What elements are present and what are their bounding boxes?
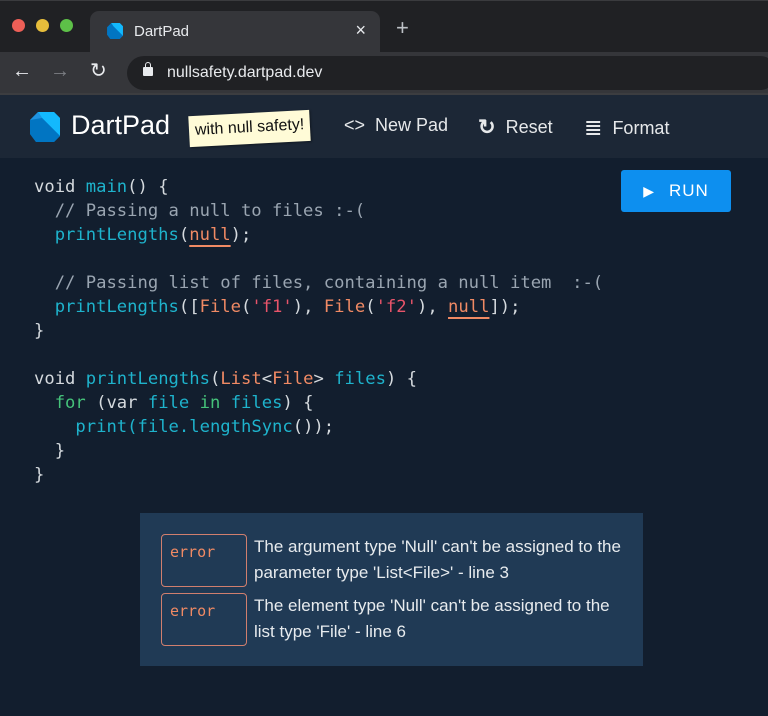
new-tab-button[interactable]: + xyxy=(396,17,409,39)
code-line-11: print(file.lengthSync()); xyxy=(75,417,335,437)
error-badge: error xyxy=(161,534,247,587)
code-line-3: printLengths(null); xyxy=(54,225,252,245)
format-button[interactable]: ≣ Format xyxy=(584,115,669,141)
error-badge: error xyxy=(161,593,247,646)
tab-title: DartPad xyxy=(134,23,190,40)
minimize-window-button[interactable] xyxy=(36,19,49,32)
issues-panel: error The argument type 'Null' can't be … xyxy=(140,513,643,666)
code-line-10: for (var file in files) { xyxy=(54,393,314,413)
url-text[interactable]: nullsafety.dartpad.dev xyxy=(167,64,322,82)
browser-tab-dartpad[interactable]: DartPad × xyxy=(90,11,380,53)
error-highlight: null xyxy=(189,225,231,245)
lock-icon xyxy=(143,62,153,76)
error-highlight: null xyxy=(448,297,490,317)
code-line-12: } xyxy=(34,441,66,461)
reset-label: Reset xyxy=(505,117,553,137)
run-button[interactable]: ▶ RUN xyxy=(621,170,731,212)
back-icon[interactable]: ← xyxy=(12,60,32,82)
error-message: The element type 'Null' can't be assigne… xyxy=(254,596,610,641)
issue-item[interactable]: error The argument type 'Null' can't be … xyxy=(140,534,643,593)
dart-logo-icon xyxy=(30,112,60,142)
code-line-13: } xyxy=(34,465,45,485)
dartpad-header: DartPad with null safety! <> New Pad ↻ R… xyxy=(0,95,768,158)
tab-close-icon[interactable]: × xyxy=(355,20,366,41)
maximize-window-button[interactable] xyxy=(60,19,73,32)
brand-title: DartPad xyxy=(71,110,171,140)
code-line-1: void main() { xyxy=(34,177,169,197)
forward-icon[interactable]: → xyxy=(50,60,70,82)
run-label: RUN xyxy=(668,181,709,200)
code-line-6: printLengths([File('f1'), File('f2'), nu… xyxy=(54,297,521,317)
format-label: Format xyxy=(612,117,670,138)
browser-toolbar: ← → ↻ nullsafety.dartpad.dev xyxy=(0,52,768,93)
reload-icon[interactable]: ↻ xyxy=(90,60,107,82)
code-content[interactable]: void main() { // Passing a null to files… xyxy=(34,175,603,487)
error-message: The argument type 'Null' can't be assign… xyxy=(254,537,621,582)
browser-tab-bar: DartPad × + xyxy=(0,0,768,53)
code-line-7: } xyxy=(34,321,45,341)
address-bar[interactable]: nullsafety.dartpad.dev xyxy=(127,56,768,90)
new-pad-label: New Pad xyxy=(375,115,449,135)
play-icon: ▶ xyxy=(643,182,655,199)
refresh-icon: ↻ xyxy=(478,116,496,139)
code-editor[interactable]: void main() { // Passing a null to files… xyxy=(0,158,768,716)
code-line-5: // Passing list of files, containing a n… xyxy=(54,273,604,293)
dart-favicon-icon xyxy=(107,23,123,39)
format-align-icon: ≣ xyxy=(584,115,603,140)
issue-item[interactable]: error The element type 'Null' can't be a… xyxy=(140,593,643,652)
code-line-2: // Passing a null to files :-( xyxy=(54,201,366,221)
code-icon: <> xyxy=(344,115,366,135)
new-pad-button[interactable]: <> New Pad xyxy=(344,115,448,136)
close-window-button[interactable] xyxy=(12,19,25,32)
code-line-9: void printLengths(List<File> files) { xyxy=(34,369,417,389)
reset-button[interactable]: ↻ Reset xyxy=(478,115,553,140)
null-safety-sticker: with null safety! xyxy=(188,109,312,148)
